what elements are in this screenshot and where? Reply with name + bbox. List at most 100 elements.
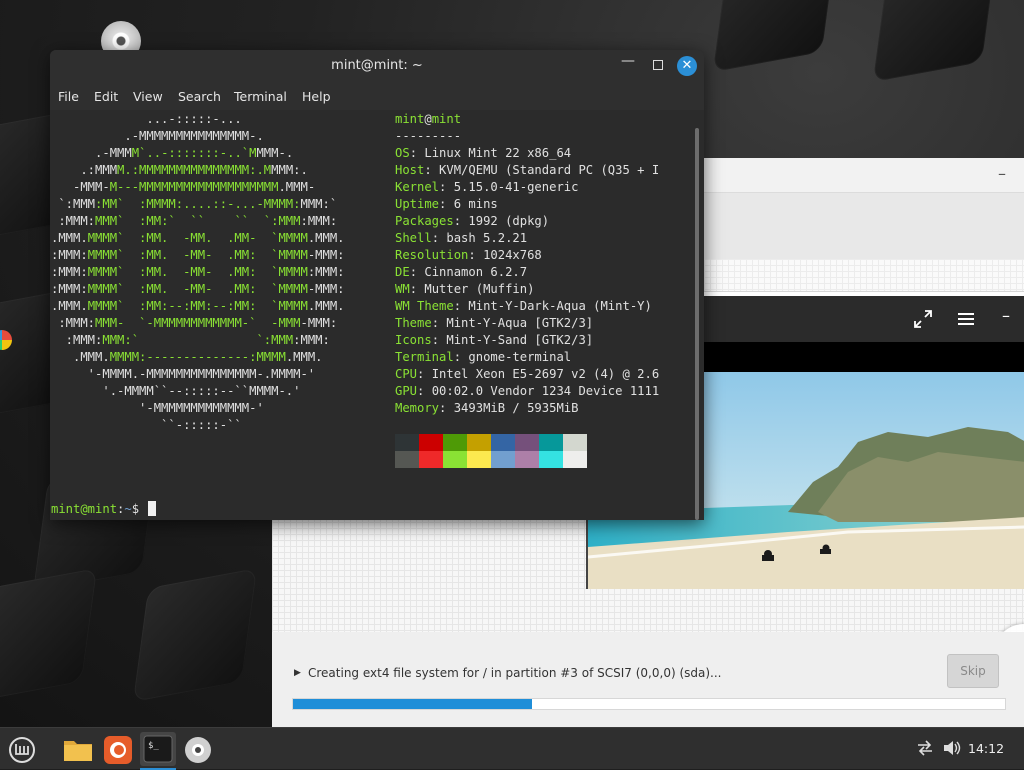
menu-file[interactable]: File xyxy=(58,89,79,104)
info-line: Memory: 3493MiB / 5935MiB xyxy=(395,401,579,415)
prompt-symbol: $ xyxy=(131,502,140,516)
ascii-logo-line: .MMM.MMMM:--------------:MMMM.MMM. xyxy=(51,350,323,364)
info-line: GPU: 00:02.0 Vendor 1234 Device 1111 xyxy=(395,384,660,398)
files-icon[interactable] xyxy=(60,732,96,766)
menu-view[interactable]: View xyxy=(133,89,163,104)
info-line: CPU: Intel Xeon E5-2697 v2 (4) @ 2.6 xyxy=(395,367,660,381)
info-line: Shell: bash 5.2.21 xyxy=(395,231,528,245)
terminal-titlebar[interactable]: mint@mint: ~ — ✕ xyxy=(50,50,704,82)
menu-edit[interactable]: Edit xyxy=(94,89,118,104)
minimize-icon[interactable]: – xyxy=(998,164,1006,183)
info-key: Host xyxy=(395,163,425,177)
ascii-logo-line: :MMM:MMM` :MM:` `` `` `:MMM:MMM: xyxy=(51,214,338,228)
dvd-drive-taskbar-icon[interactable] xyxy=(180,732,216,766)
wallpaper-tile xyxy=(712,0,838,72)
progress-bar-fill xyxy=(293,699,532,709)
palette-swatch xyxy=(395,434,419,451)
installer-progress-area: ▶ Creating ext4 file system for / in par… xyxy=(272,632,1024,727)
terminal-window: mint@mint: ~ — ✕ File Edit View Search T… xyxy=(50,50,704,520)
palette-swatch xyxy=(515,451,539,468)
info-line: Host: KVM/QEMU (Standard PC (Q35 + I xyxy=(395,163,660,177)
palette-swatch xyxy=(515,434,539,451)
info-value: 00:02.0 Vendor 1234 Device 1111 xyxy=(431,384,660,398)
maximize-icon[interactable] xyxy=(653,60,663,70)
system-info: mint@mint --------- OS: Linux Mint 22 x86_… xyxy=(395,112,660,415)
info-key: Resolution xyxy=(395,248,469,262)
shell-prompt[interactable]: mint@mint:~$ xyxy=(51,501,157,516)
minimize-slideshow-icon[interactable]: – xyxy=(1002,306,1010,325)
volume-icon[interactable] xyxy=(942,739,962,757)
window-title: mint@mint: ~ xyxy=(331,58,423,73)
svg-text:$_: $_ xyxy=(148,741,159,751)
menu-help[interactable]: Help xyxy=(302,89,331,104)
info-key: Uptime xyxy=(395,197,440,211)
taskbar: $_ 14:12 xyxy=(0,727,1024,770)
info-line: Resolution: 1024x768 xyxy=(395,248,542,262)
palette-swatch xyxy=(467,451,491,468)
clock[interactable]: 14:12 xyxy=(968,741,1004,756)
close-icon[interactable]: ✕ xyxy=(677,56,697,76)
terminal-taskbar-icon[interactable]: $_ xyxy=(140,732,176,770)
progress-bar xyxy=(292,698,1006,710)
menu-icon[interactable] xyxy=(958,312,974,326)
prompt-path: ~ xyxy=(124,502,132,516)
info-line: WM: Mutter (Muffin) xyxy=(395,282,535,296)
info-key: WM xyxy=(395,282,410,296)
info-key: Icons xyxy=(395,333,432,347)
mint-menu-button[interactable] xyxy=(4,732,40,766)
prompt-user: mint@mint xyxy=(51,502,118,516)
menu-search[interactable]: Search xyxy=(178,89,221,104)
info-value: 6 mins xyxy=(453,197,498,211)
info-line: OS: Linux Mint 22 x86_64 xyxy=(395,146,572,160)
info-line: DE: Cinnamon 6.2.7 xyxy=(395,265,528,279)
wallpaper-tile xyxy=(132,568,258,702)
info-key: Shell xyxy=(395,231,432,245)
info-key: Kernel xyxy=(395,180,440,194)
ascii-logo-line: :MMM:MMM:` `:MMM:MMM: xyxy=(51,333,330,347)
terminal-output[interactable]: ...-:::::-... .-MMMMMMMMMMMMMMM-. .-MMMM… xyxy=(50,110,704,520)
ascii-logo-line: '-MMMM.-MMMMMMMMMMMMMMM-.MMMM-' xyxy=(51,367,316,381)
info-line: Kernel: 5.15.0-41-generic xyxy=(395,180,579,194)
info-line: Packages: 1992 (dpkg) xyxy=(395,214,550,228)
info-key: Packages xyxy=(395,214,454,228)
ascii-logo-line: .-MMMM`..-:::::::-..`MMMM-. xyxy=(51,146,294,160)
info-key: Memory xyxy=(395,401,440,415)
user-name: mint xyxy=(395,112,425,126)
expand-arrow-icon[interactable]: ▶ xyxy=(294,668,301,678)
network-icon[interactable] xyxy=(916,740,934,756)
menu-terminal[interactable]: Terminal xyxy=(234,89,287,104)
ascii-logo-line: .MMM.MMMM` :MM:--:MM:--:MM: `MMMM.MMM. xyxy=(51,299,345,313)
palette-swatch xyxy=(539,451,563,468)
ascii-logo-line: :MMM:MMMM` :MM. -MM- .MM: `MMMM-MMM: xyxy=(51,282,345,296)
wallpaper-tile xyxy=(872,0,998,82)
palette-swatch xyxy=(563,451,587,468)
info-line: Uptime: 6 mins xyxy=(395,197,498,211)
info-line: WM Theme: Mint-Y-Dark-Aqua (Mint-Y) xyxy=(395,299,652,313)
text-cursor xyxy=(148,501,157,516)
info-value: Mint-Y-Aqua [GTK2/3] xyxy=(446,316,594,330)
info-key: OS xyxy=(395,146,410,160)
scrollbar[interactable] xyxy=(695,128,699,520)
fullscreen-icon[interactable] xyxy=(914,310,932,328)
info-key: Terminal xyxy=(395,350,454,364)
palette-swatch xyxy=(491,451,515,468)
ascii-logo-line: -MMM-M---MMMMMMMMMMMMMMMMMMM.MMM- xyxy=(51,180,316,194)
ascii-logo-line: .-MMMMMMMMMMMMMMM-. xyxy=(51,129,264,143)
info-line: Icons: Mint-Y-Sand [GTK2/3] xyxy=(395,333,594,347)
menu-bar: File Edit View Search Terminal Help xyxy=(50,82,704,110)
info-value: 5.15.0-41-generic xyxy=(453,180,579,194)
palette-swatch xyxy=(491,434,515,451)
info-key: WM Theme xyxy=(395,299,454,313)
minimize-icon[interactable]: — xyxy=(621,53,635,69)
info-value: Linux Mint 22 x86_64 xyxy=(424,146,572,160)
mint-ascii-logo: ...-:::::-... .-MMMMMMMMMMMMMMM-. .-MMMM… xyxy=(51,111,345,434)
firefox-icon[interactable] xyxy=(100,732,136,766)
palette-swatch xyxy=(395,451,419,468)
info-value: KVM/QEMU (Standard PC (Q35 + I xyxy=(439,163,660,177)
skip-button[interactable]: Skip xyxy=(947,654,999,688)
ascii-logo-line: `:MMM:MM` :MMMM:....::-...-MMMM:MMM:` xyxy=(51,197,338,211)
info-key: CPU xyxy=(395,367,418,381)
info-line: Theme: Mint-Y-Aqua [GTK2/3] xyxy=(395,316,594,330)
info-key: Theme xyxy=(395,316,432,330)
palette-swatch xyxy=(443,451,467,468)
